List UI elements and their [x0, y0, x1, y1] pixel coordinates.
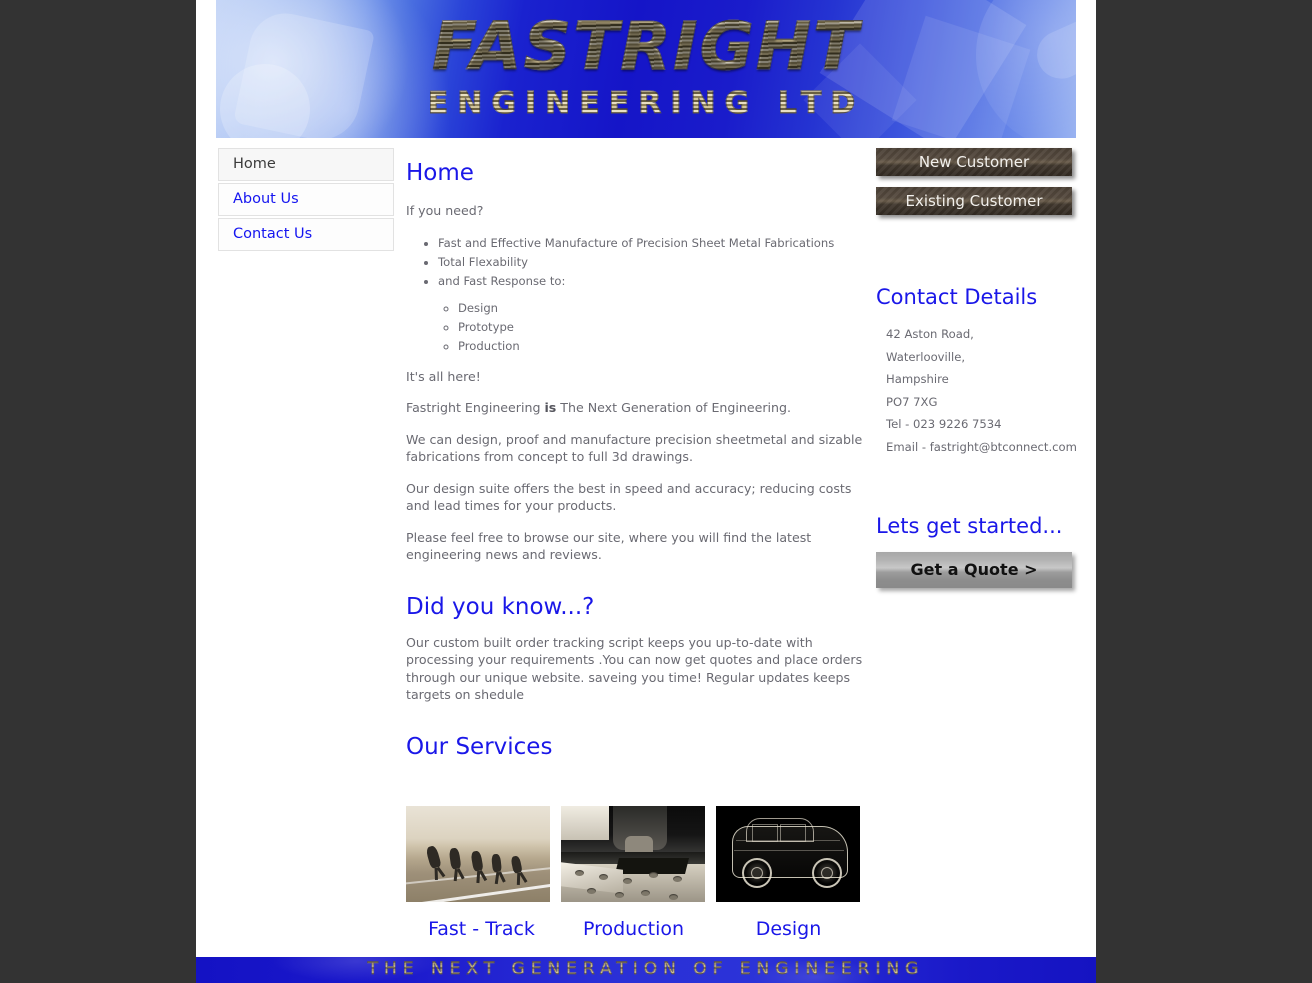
contact-telephone: Tel - 023 9226 7534: [886, 417, 1002, 431]
right-sidebar: New Customer Existing Customer Contact D…: [876, 148, 1081, 588]
contact-address-line: Waterlooville,: [886, 349, 966, 364]
design-capability-text: We can design, proof and manufacture pre…: [406, 431, 863, 465]
contact-address-line: Hampshire: [886, 372, 949, 386]
list-item: Design: [458, 299, 866, 318]
all-here-text: It's all here!: [406, 368, 481, 384]
service-card-fast-track[interactable]: Fast - Track: [406, 805, 551, 940]
site-header-banner: FASTRIGHT ENGINEERING LTD: [216, 0, 1076, 138]
cnc-punch-machine-photo-icon[interactable]: [561, 805, 705, 902]
page-container: FASTRIGHT ENGINEERING LTD Home About Us …: [196, 0, 1096, 983]
list-item: and Fast Response to:: [438, 272, 866, 291]
nav-item-contact-us[interactable]: Contact Us: [218, 218, 394, 251]
service-label: Design: [755, 917, 822, 940]
services-gallery: Fast - Track Production Design: [406, 805, 866, 940]
service-label: Fast - Track: [428, 917, 535, 940]
list-item: Production: [458, 337, 866, 356]
did-you-know-text: Our custom built order tracking script k…: [406, 634, 863, 703]
service-card-design[interactable]: Design: [716, 805, 861, 940]
services-row: Fast - Track Production Design: [406, 805, 866, 940]
main-navigation: Home About Us Contact Us: [218, 148, 394, 253]
contact-details-title: Contact Details: [876, 285, 1038, 309]
get-a-quote-button[interactable]: Get a Quote >: [876, 552, 1072, 588]
footer-tagline: THE NEXT GENERATION OF ENGINEERING: [196, 959, 1096, 980]
get-started-block: Lets get started... Get a Quote >: [876, 514, 1081, 588]
our-services-title: Our Services: [406, 733, 553, 760]
company-logo-subtitle: ENGINEERING LTD: [216, 86, 1076, 122]
list-item: Prototype: [458, 318, 866, 337]
browse-invite-text: Please feel free to browse our site, whe…: [406, 529, 812, 563]
list-item: Fast and Effective Manufacture of Precis…: [438, 234, 866, 253]
main-content: Home If you need? Fast and Effective Man…: [406, 160, 866, 940]
new-customer-button[interactable]: New Customer: [876, 148, 1072, 176]
contact-postcode: PO7 7XG: [886, 394, 938, 409]
contact-details-block: Contact Details 42 Aston Road, Waterloov…: [876, 285, 1081, 458]
tagline-post: The Next Generation of Engineering.: [556, 400, 792, 415]
tagline-pre: Fastright Engineering: [406, 400, 545, 415]
contact-address-line: 42 Aston Road,: [886, 327, 974, 341]
car-wireframe-photo-icon[interactable]: [716, 805, 860, 902]
existing-customer-button[interactable]: Existing Customer: [876, 187, 1072, 215]
service-card-production[interactable]: Production: [561, 805, 706, 940]
list-item: Total Flexability: [438, 253, 866, 272]
response-list: Design Prototype Production: [438, 299, 866, 356]
intro-text: If you need?: [406, 203, 484, 218]
service-label: Production: [582, 917, 685, 940]
company-logo-title: FASTRIGHT: [216, 8, 1076, 86]
tagline-bold: is: [544, 400, 557, 415]
runners-photo-icon[interactable]: [406, 805, 550, 902]
design-suite-text: Our design suite offers the best in spee…: [406, 480, 852, 514]
tagline-text: Fastright Engineering is The Next Genera…: [406, 399, 866, 417]
needs-list: Fast and Effective Manufacture of Precis…: [406, 234, 866, 356]
contact-email: Email - fastright@btconnect.com: [886, 439, 1077, 454]
did-you-know-title: Did you know...?: [406, 593, 595, 620]
site-footer-banner: THE NEXT GENERATION OF ENGINEERING: [196, 957, 1096, 983]
sub-list-wrapper: Design Prototype Production: [438, 299, 866, 356]
page-title: Home: [406, 160, 474, 186]
nav-item-home[interactable]: Home: [218, 148, 394, 181]
nav-item-about-us[interactable]: About Us: [218, 183, 394, 216]
lets-get-started-title: Lets get started...: [876, 514, 1063, 538]
